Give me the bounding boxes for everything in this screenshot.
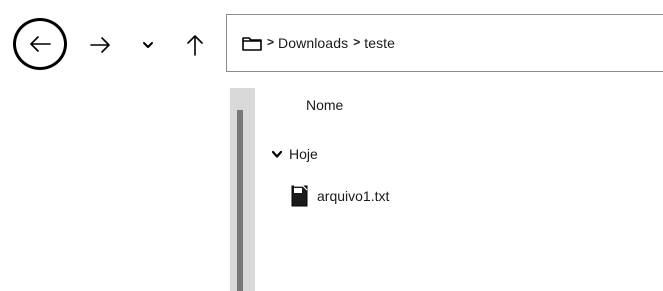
vertical-scrollbar[interactable] [230,88,255,291]
address-bar[interactable]: > Downloads > teste [226,14,663,72]
breadcrumb-separator: > [353,35,361,49]
folder-icon [242,36,262,51]
breadcrumb-label: teste [364,35,396,51]
file-explorer-window: > Downloads > teste Nome Hoje arquivo1.t… [0,0,663,291]
arrow-up-icon [187,35,203,56]
breadcrumb-label: Downloads [278,35,349,51]
list-item[interactable]: arquivo1.txt [291,182,389,210]
chevron-down-icon [271,150,283,159]
file-name: arquivo1.txt [317,188,390,204]
scrollbar-thumb[interactable] [237,110,243,291]
column-header-name[interactable]: Nome [306,97,343,113]
recent-locations-button[interactable] [136,30,160,60]
forward-button[interactable] [85,30,115,60]
breadcrumb-separator: > [267,35,275,49]
breadcrumb-item-teste[interactable]: teste [364,35,395,51]
file-icon [291,185,308,207]
up-button[interactable] [180,30,210,60]
breadcrumb-item-downloads[interactable]: Downloads [278,35,348,51]
group-header-today[interactable]: Hoje [271,146,318,162]
arrow-left-icon [30,36,51,52]
group-label: Hoje [289,146,318,162]
arrow-right-icon [90,37,110,53]
back-button[interactable] [13,18,67,70]
chevron-down-icon [143,42,153,48]
